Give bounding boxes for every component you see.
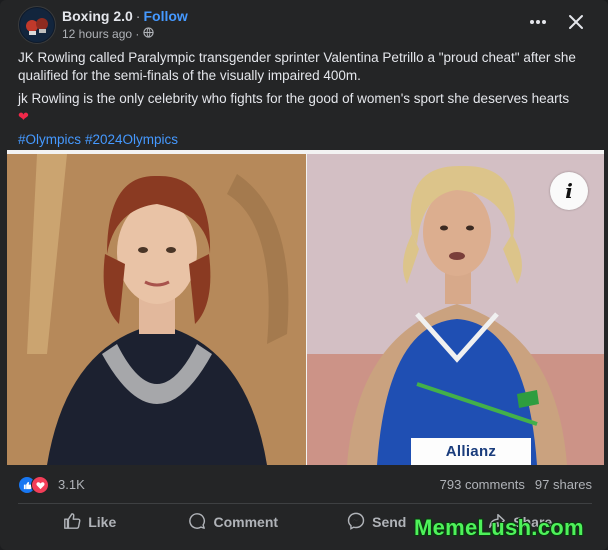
watermark: MemeLush.com xyxy=(414,515,584,540)
post-text-paragraph-2: jk Rowling is the only celebrity who fig… xyxy=(18,90,593,126)
follow-button[interactable]: Follow xyxy=(143,8,187,24)
close-icon[interactable] xyxy=(564,10,588,34)
shares-count[interactable]: 97 shares xyxy=(535,477,592,492)
engagement-counts: 793 comments 97 shares xyxy=(440,477,592,492)
comment-label: Comment xyxy=(213,514,279,530)
post-image[interactable]: Allianz i xyxy=(7,150,604,465)
hashtag-2024olympics[interactable]: #2024Olympics xyxy=(85,132,178,147)
facebook-post: Boxing 2.0 · Follow 12 hours ago · JK Rowl… xyxy=(0,0,608,550)
comment-button[interactable]: Comment xyxy=(162,508,306,536)
globe-icon xyxy=(143,27,155,41)
comments-count[interactable]: 793 comments xyxy=(440,477,525,492)
post-text-line-2: jk Rowling is the only celebrity who fig… xyxy=(18,91,570,106)
page-name[interactable]: Boxing 2.0 xyxy=(62,8,133,24)
heart-emoji: ❤ xyxy=(18,109,29,124)
page-avatar[interactable] xyxy=(18,6,56,44)
post-time[interactable]: 12 hours ago · xyxy=(62,27,139,41)
separator-dot: · xyxy=(135,8,141,24)
love-reaction-icon xyxy=(31,476,49,494)
messenger-icon xyxy=(347,512,365,533)
info-icon[interactable]: i xyxy=(550,172,588,210)
post-meta: 12 hours ago · xyxy=(62,27,155,41)
thumbs-up-icon xyxy=(63,512,81,533)
page-name-row: Boxing 2.0 · Follow xyxy=(62,8,188,24)
divider xyxy=(18,503,592,504)
like-button[interactable]: Like xyxy=(18,508,162,536)
comment-icon xyxy=(188,512,206,533)
more-options-icon[interactable] xyxy=(526,12,550,32)
like-label: Like xyxy=(88,514,117,530)
send-label: Send xyxy=(372,514,407,530)
photo-woman-red-carpet xyxy=(7,154,306,465)
reaction-count[interactable]: 3.1K xyxy=(58,477,85,492)
post-text-paragraph-1: JK Rowling called Paralympic transgender… xyxy=(18,50,576,83)
race-bib: Allianz xyxy=(411,438,531,465)
hashtags: #Olympics #2024Olympics xyxy=(18,131,593,149)
post-header: Boxing 2.0 · Follow 12 hours ago · xyxy=(18,6,592,46)
post-text: JK Rowling called Paralympic transgender… xyxy=(18,49,593,154)
reaction-icons[interactable] xyxy=(18,476,49,494)
post-stats: 3.1K 793 comments 97 shares xyxy=(18,474,592,494)
hashtag-olympics[interactable]: #Olympics xyxy=(18,132,81,147)
